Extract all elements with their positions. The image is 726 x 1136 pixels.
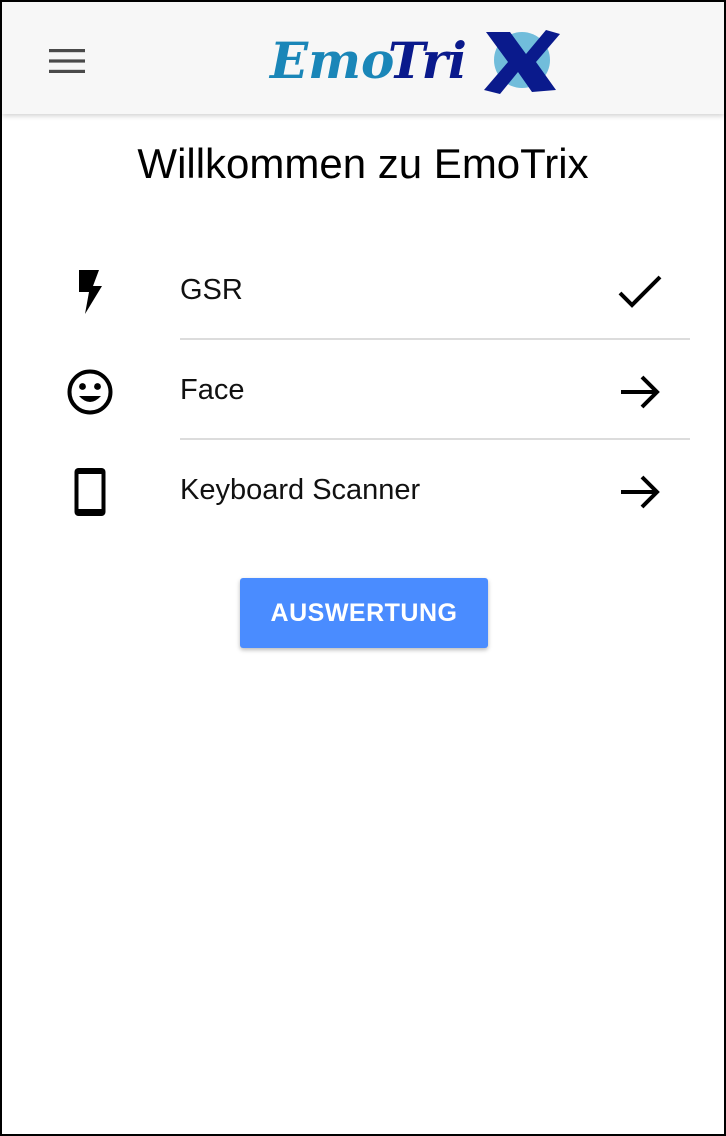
sensor-list: GSR Face Keyboard Scanner: [2, 240, 724, 540]
list-item-face[interactable]: Face: [2, 340, 724, 440]
checkmark-icon: [614, 266, 666, 318]
list-item-label: Face: [180, 374, 245, 406]
hamburger-menu-icon: [49, 49, 85, 73]
smiley-face-icon: [64, 366, 116, 418]
list-item-gsr[interactable]: GSR: [2, 240, 724, 340]
list-item-keyboard-scanner[interactable]: Keyboard Scanner: [2, 440, 724, 540]
svg-text:Tri: Tri: [388, 31, 467, 90]
lightning-bolt-icon: [64, 266, 116, 318]
auswertung-button[interactable]: AUSWERTUNG: [240, 578, 488, 648]
smartphone-icon: [64, 466, 116, 518]
emotrix-logo: Emo Tri: [268, 30, 560, 94]
app-frame: Emo Tri Willkommen zu EmoTrix GSR Face K…: [0, 0, 726, 1136]
arrow-right-icon: [614, 466, 666, 518]
app-bar: Emo Tri: [2, 2, 724, 114]
svg-text:Emo: Emo: [268, 31, 394, 90]
menu-button[interactable]: [38, 32, 96, 90]
page-title: Willkommen zu EmoTrix: [137, 140, 589, 187]
list-item-label: Keyboard Scanner: [180, 474, 421, 506]
arrow-right-icon: [614, 366, 666, 418]
list-item-label: GSR: [180, 274, 243, 306]
